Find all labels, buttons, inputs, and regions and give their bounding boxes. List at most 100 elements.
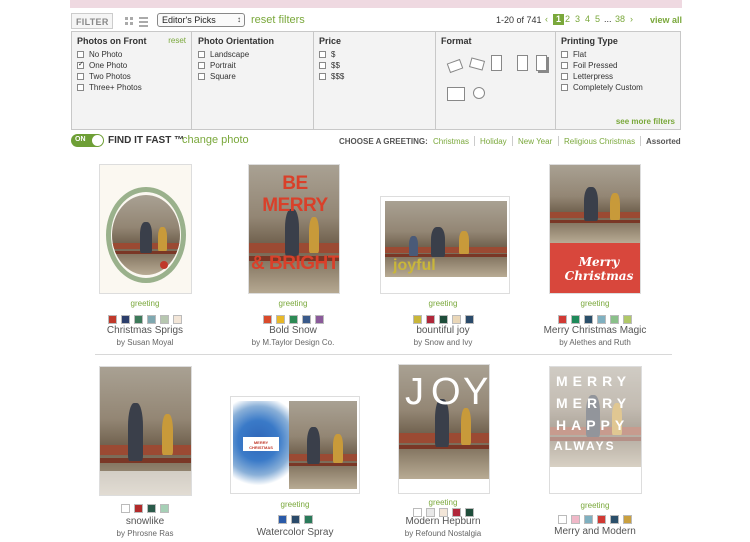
- checkbox[interactable]: [561, 84, 568, 91]
- color-swatch[interactable]: [584, 315, 593, 324]
- card-thumbnail[interactable]: BE MERRY & BRIGHT: [248, 164, 340, 294]
- product-title[interactable]: Merry Christmas Magic: [520, 325, 670, 336]
- checkbox[interactable]: [198, 62, 205, 69]
- product-designer[interactable]: by Phrosne Ras: [70, 529, 220, 538]
- color-swatch[interactable]: [412, 315, 422, 324]
- prev-page-icon[interactable]: ‹: [545, 14, 548, 24]
- color-swatch[interactable]: [160, 504, 169, 513]
- filter-option[interactable]: Foil Pressed: [561, 60, 675, 71]
- color-swatch[interactable]: [173, 315, 182, 324]
- product-title[interactable]: Modern Hepburn: [368, 516, 518, 527]
- color-swatch[interactable]: [147, 315, 156, 324]
- view-all-link[interactable]: view all: [650, 15, 682, 25]
- filter-option[interactable]: Two Photos: [77, 71, 186, 82]
- color-swatch[interactable]: [610, 515, 619, 524]
- color-swatch[interactable]: [597, 515, 606, 524]
- list-view-icon[interactable]: [139, 17, 148, 27]
- page-3[interactable]: 3: [575, 14, 580, 24]
- filter-toggle-button[interactable]: FILTER: [71, 13, 113, 29]
- filter-option[interactable]: Letterpress: [561, 71, 675, 82]
- color-swatch[interactable]: [610, 315, 619, 324]
- trifold-format-icon[interactable]: [536, 55, 547, 71]
- product-designer[interactable]: by Snow and Ivy: [368, 338, 518, 347]
- checkbox[interactable]: [319, 51, 326, 58]
- color-swatch[interactable]: [290, 515, 300, 524]
- checkbox[interactable]: [77, 84, 84, 91]
- color-swatch[interactable]: [571, 515, 580, 524]
- filter-option[interactable]: $$$: [319, 71, 430, 82]
- color-swatch[interactable]: [558, 315, 567, 324]
- checkbox[interactable]: [319, 62, 326, 69]
- color-swatch[interactable]: [558, 515, 567, 524]
- color-swatch[interactable]: [134, 315, 143, 324]
- color-swatch[interactable]: [160, 315, 169, 324]
- product-designer[interactable]: by Alethes and Ruth: [520, 338, 670, 347]
- page-38[interactable]: 38: [615, 14, 625, 24]
- filter-option[interactable]: Portrait: [198, 60, 308, 71]
- checkbox[interactable]: [561, 51, 568, 58]
- color-swatch[interactable]: [262, 315, 272, 324]
- card-thumbnail[interactable]: MERRY CHRISTMAS: [230, 396, 360, 494]
- greeting-christmas[interactable]: Christmas: [433, 137, 469, 146]
- color-swatch[interactable]: [147, 504, 156, 513]
- page-4[interactable]: 4: [585, 14, 590, 24]
- reset-filters-link[interactable]: reset filters: [251, 14, 305, 26]
- color-swatch[interactable]: [314, 315, 324, 324]
- card-thumbnail[interactable]: Merry Christmas: [549, 164, 641, 294]
- color-swatch[interactable]: [438, 315, 448, 324]
- checkbox[interactable]: [561, 62, 568, 69]
- color-swatch[interactable]: [623, 515, 632, 524]
- color-swatch[interactable]: [451, 315, 461, 324]
- product-designer[interactable]: by Susan Moyal: [70, 338, 220, 347]
- color-swatch[interactable]: [571, 315, 580, 324]
- filter-option[interactable]: No Photo: [77, 49, 186, 60]
- filter-option[interactable]: $: [319, 49, 430, 60]
- folded-card-format-icon[interactable]: [517, 55, 528, 71]
- next-page-icon[interactable]: ›: [630, 14, 633, 24]
- product-title[interactable]: bountiful joy: [368, 325, 518, 336]
- multi-panel-format-icon[interactable]: [447, 87, 465, 101]
- portrait-card-format-icon[interactable]: [491, 55, 502, 71]
- product-designer[interactable]: by Refound Nostalgia: [368, 529, 518, 538]
- find-it-fast-toggle[interactable]: ON: [71, 134, 104, 147]
- greeting-new-year[interactable]: New Year: [518, 137, 552, 146]
- page-2[interactable]: 2: [565, 14, 570, 24]
- color-swatch[interactable]: [288, 315, 298, 324]
- filter-option[interactable]: One Photo: [77, 60, 186, 71]
- photos-reset-link[interactable]: reset: [168, 36, 186, 45]
- see-more-filters-link[interactable]: see more filters: [616, 117, 675, 126]
- checkbox[interactable]: [561, 73, 568, 80]
- flat-card-format-icon[interactable]: [446, 58, 464, 74]
- checkbox[interactable]: [319, 73, 326, 80]
- card-thumbnail[interactable]: [99, 164, 192, 294]
- product-title[interactable]: Christmas Sprigs: [70, 325, 220, 336]
- product-title[interactable]: Merry and Modern: [520, 526, 670, 537]
- card-thumbnail[interactable]: joyful: [380, 196, 510, 294]
- tag-format-icon[interactable]: [468, 57, 486, 71]
- color-swatch[interactable]: [301, 315, 311, 324]
- product-title[interactable]: snowlike: [70, 516, 220, 527]
- change-photo-link[interactable]: change photo: [182, 134, 249, 146]
- filter-option[interactable]: Three+ Photos: [77, 82, 186, 93]
- color-swatch[interactable]: [464, 315, 474, 324]
- greeting-religious-christmas[interactable]: Religious Christmas: [564, 137, 635, 146]
- checkbox[interactable]: [77, 51, 84, 58]
- color-swatch[interactable]: [425, 315, 435, 324]
- card-thumbnail[interactable]: J O Y: [398, 364, 490, 494]
- checkbox[interactable]: [77, 60, 84, 69]
- product-designer[interactable]: by M.Taylor Design Co.: [218, 338, 368, 347]
- color-swatch[interactable]: [597, 315, 606, 324]
- color-swatch[interactable]: [584, 515, 593, 524]
- filter-option[interactable]: Square: [198, 71, 308, 82]
- card-thumbnail[interactable]: MERRY MERRY HAPPY ALWAYS: [549, 366, 642, 494]
- checkbox[interactable]: [198, 73, 205, 80]
- filter-option[interactable]: Flat: [561, 49, 675, 60]
- greeting-assorted[interactable]: Assorted: [646, 137, 681, 146]
- color-swatch[interactable]: [121, 504, 130, 513]
- filter-option[interactable]: $$: [319, 60, 430, 71]
- color-swatch[interactable]: [303, 515, 313, 524]
- product-title[interactable]: Watercolor Spray: [220, 527, 370, 538]
- card-thumbnail[interactable]: [99, 366, 192, 496]
- color-swatch[interactable]: [134, 504, 143, 513]
- filter-option[interactable]: Landscape: [198, 49, 308, 60]
